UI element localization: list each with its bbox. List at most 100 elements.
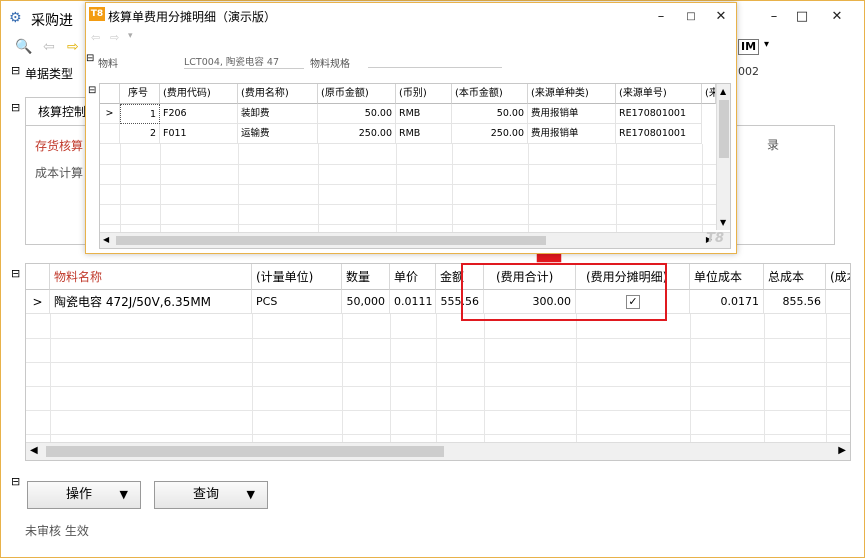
cell-fee-code[interactable]: F206 <box>160 104 238 124</box>
col-header-total-cost[interactable]: 总成本 <box>764 264 826 290</box>
col-header-material[interactable]: 物料名称 <box>50 264 252 290</box>
cell-qty[interactable]: 50,000 <box>342 290 390 314</box>
cell-unit[interactable]: PCS <box>252 290 342 314</box>
cost-calc-label: 成本计算 <box>35 166 84 180</box>
cell-orig-amount[interactable]: 50.00 <box>318 104 396 124</box>
search-doc-icon[interactable]: 🔍 <box>15 39 32 55</box>
material-label: 物料 <box>98 59 118 70</box>
col-header-source-no[interactable]: (来源单号) <box>616 84 702 104</box>
collapse-icon[interactable]: ⊟ <box>86 53 94 64</box>
scroll-left-icon[interactable]: ◀ <box>30 445 38 456</box>
cell-currency[interactable]: RMB <box>396 124 452 144</box>
collapse-icon[interactable]: ⊟ <box>11 101 20 114</box>
chevron-down-icon: ▼ <box>246 488 255 501</box>
col-header-no[interactable]: 序号 <box>120 84 160 104</box>
col-header-unit-cost[interactable]: 单位成本 <box>690 264 764 290</box>
cell-source-type[interactable]: 费用报销单 <box>528 124 616 144</box>
cell-local-amount[interactable]: 250.00 <box>452 124 528 144</box>
maximize-icon[interactable]: □ <box>789 7 815 27</box>
chevron-down-icon: ▼ <box>119 488 128 501</box>
main-detail-grid: 物料名称 (计量单位) 数量 单价 金额 (费用合计) (费用分摊明细) 单位成… <box>25 263 851 461</box>
material-field[interactable]: LCT004, 陶瓷电容 47 <box>184 54 304 69</box>
status-text: 未审核 生效 <box>25 524 89 538</box>
col-header-qty[interactable]: 数量 <box>342 264 390 290</box>
col-header-cost-item[interactable]: (成本项 <box>826 264 850 290</box>
cell-currency[interactable]: RMB <box>396 104 452 124</box>
minimize-icon[interactable]: – <box>761 7 787 27</box>
query-button[interactable]: 查询 ▼ <box>154 481 268 509</box>
col-header-local-amount[interactable]: (本币金额) <box>452 84 528 104</box>
horizontal-scrollbar[interactable]: ◀ ▶ <box>100 232 730 248</box>
close-icon[interactable]: ✕ <box>824 7 850 27</box>
scroll-left-icon[interactable]: ◀ <box>103 235 109 244</box>
scroll-right-icon[interactable]: ▶ <box>838 445 846 456</box>
right-hint: 录 <box>767 138 780 152</box>
col-header-unit[interactable]: (计量单位) <box>252 264 342 290</box>
cell-source-type[interactable]: 费用报销单 <box>528 104 616 124</box>
close-icon[interactable]: ✕ <box>708 7 734 27</box>
forward-icon[interactable]: ⇨ <box>110 31 119 44</box>
cell-total-cost[interactable]: 855.56 <box>764 290 826 314</box>
col-header-fee-code[interactable]: (费用代码) <box>160 84 238 104</box>
cell-price[interactable]: 0.0111 <box>390 290 436 314</box>
t8-watermark: T8 <box>706 231 724 246</box>
cell-material[interactable]: 陶瓷电容 472J/50V,6.35MM <box>50 290 252 314</box>
col-header-currency[interactable]: (币别) <box>396 84 452 104</box>
collapse-icon[interactable]: ⊟ <box>11 475 20 488</box>
col-header-more[interactable]: (来 <box>702 84 716 104</box>
doc-number-partial: 002 <box>738 65 759 78</box>
scrollbar-thumb[interactable] <box>116 236 546 245</box>
im-button[interactable]: IM <box>738 39 760 55</box>
col-header-orig-amount[interactable]: (原币金额) <box>318 84 396 104</box>
cell-orig-amount[interactable]: 250.00 <box>318 124 396 144</box>
vertical-scrollbar[interactable]: ▲ ▼ <box>716 84 730 230</box>
collapse-icon[interactable]: ⊟ <box>11 267 20 280</box>
back-icon[interactable]: ⇦ <box>91 31 100 44</box>
grid-corner <box>26 264 50 290</box>
collapse-icon[interactable]: ⊟ <box>11 64 20 77</box>
spec-label: 物料规格 <box>310 59 350 70</box>
cell-source-no[interactable]: RE170801001 <box>616 104 702 124</box>
scroll-down-icon[interactable]: ▼ <box>720 218 726 227</box>
cell-fee-code[interactable]: F011 <box>160 124 238 144</box>
minimize-icon[interactable]: – <box>648 7 674 27</box>
operate-label: 操作 <box>66 487 93 502</box>
forward-icon[interactable]: ⇨ <box>67 39 79 55</box>
cell-no[interactable]: 1 <box>120 104 160 124</box>
popup-title: 核算单费用分摊明细（演示版） <box>108 10 277 24</box>
window-title: 采购进 <box>31 13 73 29</box>
col-header-source-type[interactable]: (来源单种类) <box>528 84 616 104</box>
horizontal-scrollbar[interactable]: ◀ ▶ <box>26 442 850 460</box>
inventory-accounting-label: 存货核算 <box>35 139 84 153</box>
scroll-up-icon[interactable]: ▲ <box>720 87 726 96</box>
col-header-fee-name[interactable]: (费用名称) <box>238 84 318 104</box>
query-label: 查询 <box>193 487 220 502</box>
cell-cost-item[interactable] <box>826 290 850 314</box>
doc-type-label: 单据类型 <box>25 67 74 81</box>
maximize-icon[interactable]: □ <box>678 7 704 27</box>
row-marker: > <box>100 104 120 124</box>
row-marker <box>100 124 120 144</box>
fee-detail-popup: T8 核算单费用分摊明细（演示版） – □ ✕ ⇦ ⇨ ▾ ⊟ 物料 LCT00… <box>85 2 737 254</box>
cell-source-no[interactable]: RE170801001 <box>616 124 702 144</box>
operate-button[interactable]: 操作 ▼ <box>27 481 141 509</box>
t8-logo-icon: T8 <box>89 7 105 21</box>
scrollbar-thumb[interactable] <box>46 446 444 457</box>
col-header-price[interactable]: 单价 <box>390 264 436 290</box>
app-icon: ⚙ <box>9 10 22 26</box>
cell-no[interactable]: 2 <box>120 124 160 144</box>
fee-detail-grid: 序号 (费用代码) (费用名称) (原币金额) (币别) (本币金额) (来源单… <box>99 83 731 249</box>
cell-unit-cost[interactable]: 0.0171 <box>690 290 764 314</box>
grid-corner <box>100 84 120 104</box>
cell-local-amount[interactable]: 50.00 <box>452 104 528 124</box>
cell-fee-name[interactable]: 装卸费 <box>238 104 318 124</box>
collapse-icon[interactable]: ⊟ <box>88 85 96 96</box>
back-icon[interactable]: ⇦ <box>43 39 55 55</box>
row-marker: > <box>26 290 50 314</box>
scrollbar-thumb[interactable] <box>719 100 729 158</box>
chevron-down-icon[interactable]: ▾ <box>764 39 769 50</box>
chevron-down-icon[interactable]: ▾ <box>128 31 133 41</box>
cell-fee-name[interactable]: 运输费 <box>238 124 318 144</box>
spec-field[interactable] <box>368 67 502 68</box>
highlight-box <box>461 263 667 321</box>
